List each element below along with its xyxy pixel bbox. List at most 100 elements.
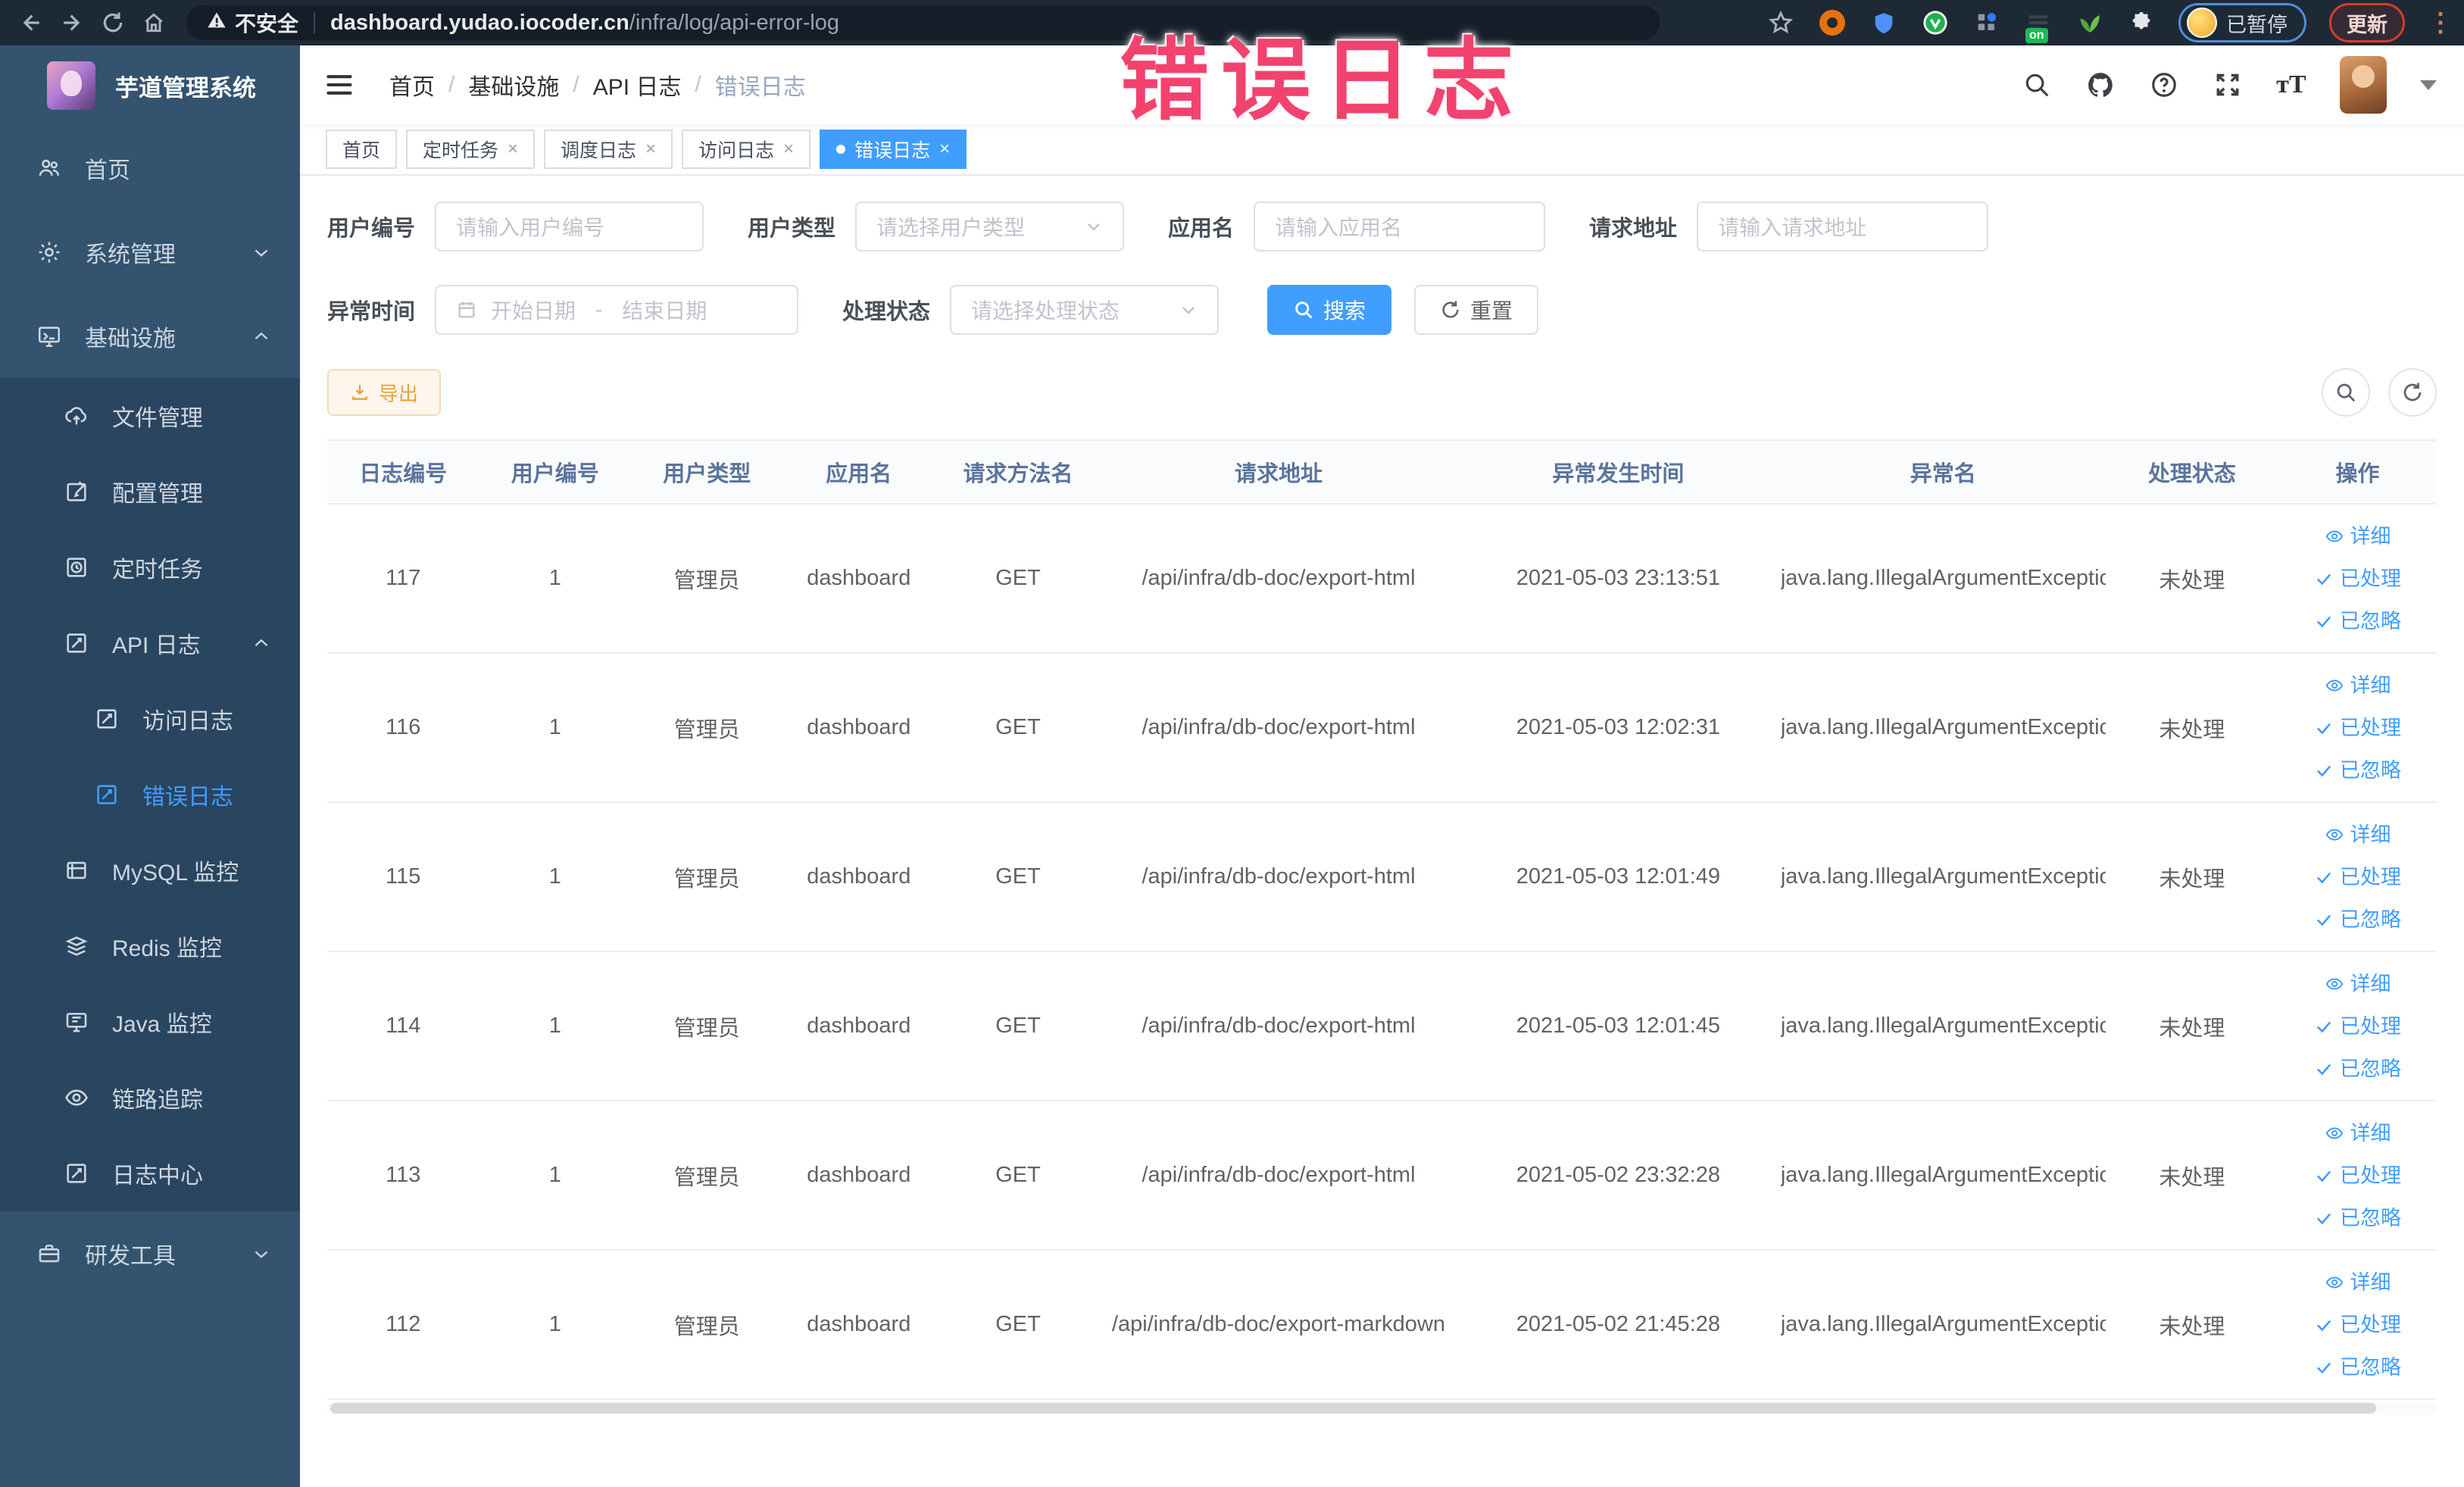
close-icon[interactable]: × — [645, 140, 656, 158]
cell-user-type: 管理员 — [631, 802, 783, 952]
table-toolbar: 导出 — [327, 368, 2437, 417]
extension-icon-orange[interactable] — [1818, 8, 1847, 37]
extension-icon-blue-shield[interactable] — [1869, 8, 1898, 37]
user-id-input[interactable]: 请输入用户编号 — [435, 201, 704, 251]
close-icon[interactable]: × — [939, 140, 950, 158]
breadcrumb-item[interactable]: 基础设施 — [468, 68, 559, 102]
detail-link[interactable]: 详细 — [2278, 664, 2437, 707]
table-row: 114 1 管理员 dashboard GET/api/infra/db-doc/exp… — [327, 951, 2437, 1101]
sidebar-item-file-upload[interactable]: 文件管理 — [0, 378, 300, 454]
processed-link[interactable]: 已处理 — [2278, 1304, 2437, 1346]
extension-icon-grid[interactable] — [1972, 8, 2001, 37]
sidebar-item-api-log[interactable]: API 日志 — [0, 605, 300, 681]
sidebar-item-infra[interactable]: 基础设施 — [0, 294, 300, 378]
column-header: 用户编号 — [479, 439, 632, 505]
breadcrumb-item[interactable]: API 日志 — [593, 68, 682, 102]
bookmark-star-icon[interactable] — [1766, 8, 1795, 37]
browser-back-icon[interactable] — [11, 2, 52, 43]
user-avatar[interactable] — [2340, 56, 2387, 114]
extension-icon-green-v[interactable] — [1921, 8, 1950, 37]
home-icon — [35, 154, 64, 183]
cell-app: dashboard — [782, 653, 935, 803]
check-icon — [2314, 1315, 2334, 1335]
ignored-link[interactable]: 已忽略 — [2278, 1048, 2437, 1090]
ignored-link[interactable]: 已忽略 — [2278, 1346, 2437, 1389]
extension-icon-adblock-on[interactable] — [2024, 8, 2053, 43]
fullscreen-icon[interactable] — [2213, 70, 2243, 100]
processed-link[interactable]: 已处理 — [2278, 856, 2437, 898]
github-icon[interactable] — [2085, 70, 2116, 100]
sidebar-item-schedule[interactable]: 定时任务 — [0, 530, 300, 605]
search-button[interactable]: 搜索 — [1267, 285, 1392, 335]
processed-link[interactable]: 已处理 — [2278, 707, 2437, 749]
menu-collapse-icon[interactable] — [323, 68, 356, 102]
sidebar-item-mysql[interactable]: MySQL 监控 — [0, 833, 300, 908]
close-icon[interactable]: × — [783, 140, 794, 158]
page-url[interactable]: dashboard.yudao.iocoder.cn/infra/log/api… — [330, 11, 839, 36]
filter-label-user-type: 用户类型 — [748, 217, 836, 241]
tab-首页[interactable]: 首页 — [326, 130, 398, 169]
user-type-select[interactable]: 请选择用户类型 — [855, 201, 1125, 251]
browser-reload-icon[interactable] — [92, 2, 133, 43]
sidebar-item-access-log[interactable]: 访问日志 — [0, 681, 300, 757]
tab-访问日志[interactable]: 访问日志 × — [682, 130, 811, 169]
close-icon[interactable]: × — [507, 140, 518, 158]
scrollbar-thumb[interactable] — [330, 1403, 2377, 1414]
security-label[interactable]: 不安全 — [235, 8, 298, 38]
export-button[interactable]: 导出 — [327, 369, 442, 416]
extensions-puzzle-icon[interactable] — [2127, 8, 2156, 37]
action-label: 详细 — [2350, 673, 2391, 697]
process-status-select[interactable]: 请选择处理状态 — [950, 285, 1220, 335]
sidebar-item-error-log[interactable]: 错误日志 — [0, 757, 300, 833]
font-size-icon[interactable]: тT — [2276, 70, 2306, 100]
sidebar-item-devtool[interactable]: 研发工具 — [0, 1211, 300, 1295]
detail-link[interactable]: 详细 — [2278, 963, 2437, 1005]
cell-actions: 详细 已处理 已忽略 — [2278, 504, 2437, 654]
user-menu-caret-icon[interactable] — [2420, 80, 2437, 90]
sidebar-item-gear[interactable]: 系统管理 — [0, 210, 300, 294]
help-icon[interactable] — [2149, 70, 2179, 100]
toggle-search-button[interactable] — [2322, 368, 2370, 417]
request-url-input[interactable]: 请输入请求地址 — [1697, 201, 1989, 251]
sidebar-item-config[interactable]: 配置管理 — [0, 454, 300, 530]
ignored-link[interactable]: 已忽略 — [2278, 749, 2437, 792]
reset-button[interactable]: 重置 — [1414, 285, 1539, 335]
ignored-link[interactable]: 已忽略 — [2278, 1197, 2437, 1239]
app-logo-row[interactable]: 芋道管理系统 — [0, 45, 300, 126]
check-icon — [2314, 1059, 2334, 1079]
sidebar-item-redis[interactable]: Redis 监控 — [0, 908, 300, 984]
horizontal-scrollbar[interactable] — [327, 1401, 2437, 1415]
action-label: 详细 — [2350, 823, 2391, 846]
chevron-down-icon — [250, 1242, 273, 1265]
tab-调度日志[interactable]: 调度日志 × — [544, 130, 673, 169]
sidebar-item-trace[interactable]: 链路追踪 — [0, 1060, 300, 1136]
action-label: 已处理 — [2340, 1164, 2402, 1187]
sidebar-item-log-center[interactable]: 日志中心 — [0, 1136, 300, 1211]
tab-定时任务[interactable]: 定时任务 × — [406, 130, 536, 169]
app-name-input[interactable]: 请输入应用名 — [1254, 201, 1546, 251]
cell-user-id: 1 — [479, 951, 632, 1101]
ignored-link[interactable]: 已忽略 — [2278, 898, 2437, 941]
refresh-table-button[interactable] — [2388, 368, 2437, 417]
profile-paused-badge[interactable]: 已暂停 — [2178, 3, 2306, 42]
sidebar-item-home[interactable]: 首页 — [0, 126, 300, 210]
breadcrumb-item[interactable]: 首页 — [389, 68, 435, 102]
processed-link[interactable]: 已处理 — [2278, 1005, 2437, 1048]
detail-link[interactable]: 详细 — [2278, 814, 2437, 856]
search-icon[interactable] — [2022, 70, 2052, 100]
gear-icon — [35, 238, 64, 267]
browser-forward-icon[interactable] — [52, 2, 92, 43]
browser-update-button[interactable]: 更新 — [2329, 3, 2405, 42]
tab-错误日志[interactable]: 错误日志 × — [820, 130, 967, 169]
processed-link[interactable]: 已处理 — [2278, 1154, 2437, 1197]
detail-link[interactable]: 详细 — [2278, 1112, 2437, 1154]
sidebar-item-java[interactable]: Java 监控 — [0, 984, 300, 1060]
detail-link[interactable]: 详细 — [2278, 1261, 2437, 1304]
detail-link[interactable]: 详细 — [2278, 515, 2437, 558]
exception-time-range-picker[interactable]: 开始日期 - 结束日期 — [435, 285, 799, 335]
processed-link[interactable]: 已处理 — [2278, 558, 2437, 600]
browser-menu-icon[interactable]: ⋮ — [2428, 10, 2453, 36]
extension-icon-plant[interactable] — [2075, 8, 2104, 37]
ignored-link[interactable]: 已忽略 — [2278, 600, 2437, 642]
browser-home-icon[interactable] — [133, 2, 174, 43]
